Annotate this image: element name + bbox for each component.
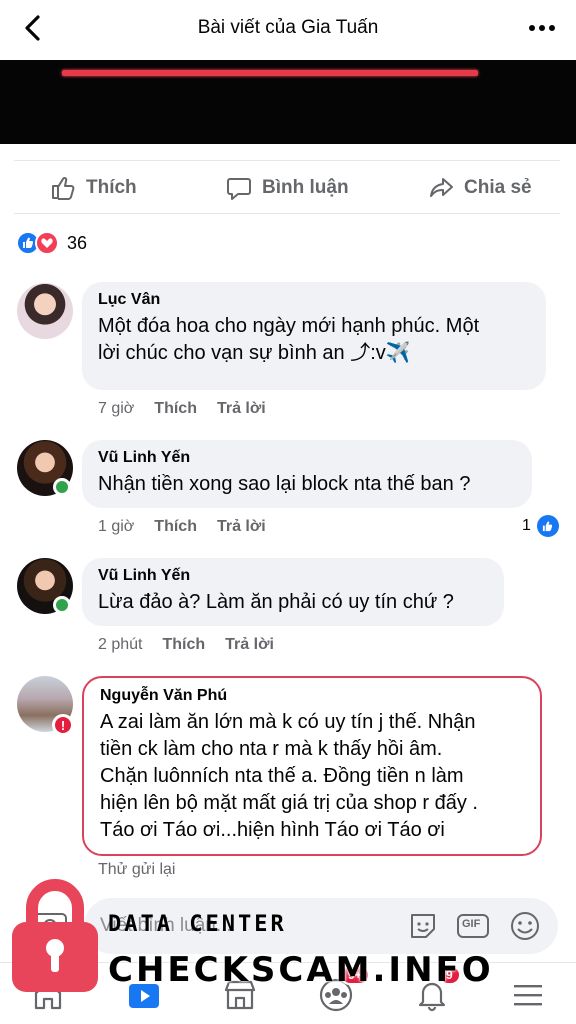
comment-text-line: hiện lên bộ mặt mất giá trị của shop r đ…	[100, 792, 478, 814]
video-progress-bar[interactable]	[62, 70, 478, 76]
comment-meta: 1 giờ Thích Trả lời	[98, 518, 266, 536]
share-arrow-icon	[430, 178, 453, 197]
comment-text-line: Chặn luônních nta thế a. Đồng tiền n làm	[100, 765, 464, 787]
comment-like-count-value: 1	[522, 517, 531, 534]
emoji-button[interactable]	[508, 909, 542, 943]
comment-bubble[interactable]: Lục Vân Một đóa hoa cho ngày mới hạnh ph…	[82, 282, 546, 390]
comment-bubble-icon	[227, 178, 251, 200]
comment-time: 7 giờ	[98, 400, 135, 417]
like-label: Thích	[86, 177, 137, 198]
comment-text-line: lời chúc cho vạn sự bình an ⤴:v✈️	[98, 342, 411, 364]
comment-text-line: Lừa đảo à? Làm ăn phải có uy tín chứ ?	[98, 591, 454, 613]
comment-time: 2 phút	[98, 636, 143, 653]
thumbs-up-icon	[52, 176, 75, 200]
share-button[interactable]: Chia sẻ	[428, 173, 532, 203]
online-status-indicator	[53, 596, 71, 614]
online-status-indicator	[53, 478, 71, 496]
more-dots-icon	[529, 25, 555, 31]
comment-bubble[interactable]: Vũ Linh Yến Lừa đảo à? Làm ăn phải có uy…	[82, 558, 504, 626]
comment-meta: 2 phút Thích Trả lời	[98, 636, 274, 654]
comment-like-count[interactable]: 1	[522, 515, 559, 537]
sticker-button[interactable]	[406, 909, 440, 943]
comment-meta: 7 giờ Thích Trả lời	[98, 400, 266, 418]
gif-button[interactable]: GIF	[456, 909, 490, 943]
gif-label: GIF	[462, 918, 481, 930]
nav-menu[interactable]	[506, 975, 550, 1015]
more-options-button[interactable]	[528, 18, 556, 38]
comment-label: Bình luận	[262, 177, 349, 198]
watermark-title: CHECKSCAM.INFO	[108, 950, 494, 990]
padlock-watermark-icon	[12, 879, 98, 992]
like-button[interactable]: Thích	[50, 173, 137, 203]
comment-reply-button[interactable]: Trả lời	[217, 400, 266, 418]
comment-button[interactable]: Bình luận	[226, 173, 349, 203]
comment-like-button[interactable]: Thích	[154, 400, 197, 418]
post-action-bar: Thích Bình luận Chia sẻ	[14, 160, 560, 214]
share-label: Chia sẻ	[464, 177, 532, 198]
hamburger-menu-icon	[514, 985, 542, 1006]
like-reaction-icon	[536, 515, 559, 537]
comment-reply-button[interactable]: Trả lời	[217, 518, 266, 536]
comment-author[interactable]: Vũ Linh Yến	[98, 449, 516, 467]
comment-text-line: tiền ck làm cho nta r mà k thấy hồi âm.	[100, 738, 443, 760]
page-title: Bài viết của Gia Tuấn	[197, 17, 379, 38]
comment-text-line: Táo ơi Táo ơi...hiện hình Táo ơi Táo ơi	[100, 819, 445, 841]
comment-like-button[interactable]: Thích	[154, 518, 197, 536]
top-bar: Bài viết của Gia Tuấn	[0, 0, 576, 58]
love-reaction-icon	[35, 231, 59, 255]
reaction-count: 36	[67, 232, 88, 253]
watermark-subtitle: DATA CENTER	[108, 912, 287, 937]
comment-author[interactable]: Lục Vân	[98, 291, 530, 309]
reaction-summary[interactable]: 36	[16, 230, 87, 256]
comment-text-line: Nhận tiền xong sao lại block nta thế ban…	[98, 473, 471, 495]
sticker-icon	[411, 914, 435, 938]
comment-bubble[interactable]: Vũ Linh Yến Nhận tiền xong sao lại block…	[82, 440, 532, 508]
comment-text-line: A zai làm ăn lớn mà k có uy tín j thế. N…	[100, 711, 476, 733]
comment-author[interactable]: Nguyễn Văn Phú	[100, 687, 524, 705]
emoji-icon	[511, 912, 539, 940]
comment-bubble-failed[interactable]: Nguyễn Văn Phú A zai làm ăn lớn mà k có …	[82, 676, 542, 856]
comment-meta: Thử gửi lại	[98, 861, 175, 879]
retry-send-button[interactable]: Thử gửi lại	[98, 861, 175, 879]
comment-like-button[interactable]: Thích	[162, 636, 205, 654]
error-icon: !	[52, 714, 74, 736]
comment-reply-button[interactable]: Trả lời	[225, 636, 274, 654]
comment-time: 1 giờ	[98, 518, 135, 535]
avatar[interactable]	[17, 283, 73, 339]
comment-text-line: Một đóa hoa cho ngày mới hạnh phúc. Một	[98, 315, 480, 337]
comment-author[interactable]: Vũ Linh Yến	[98, 567, 488, 585]
